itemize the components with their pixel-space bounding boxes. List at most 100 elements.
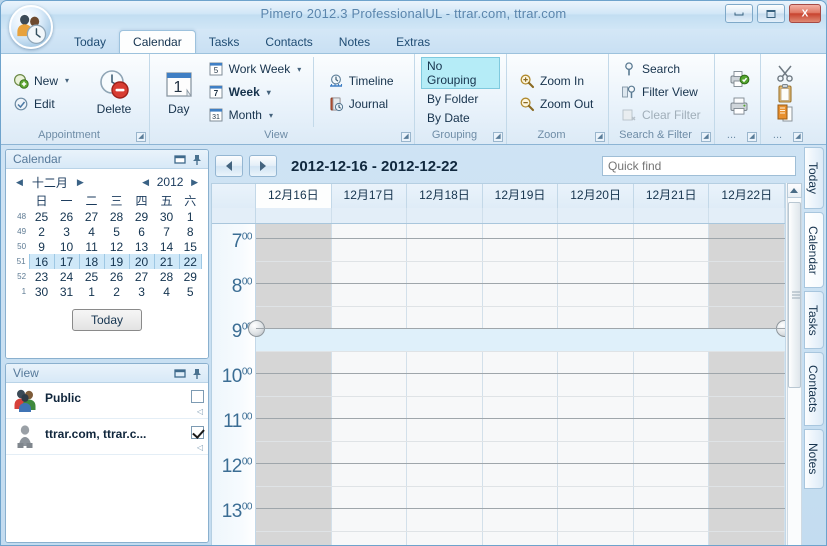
mini-calendar-day[interactable]: 4	[79, 224, 104, 239]
new-appointment-button[interactable]: New ▾	[7, 71, 85, 91]
side-tab-notes[interactable]: Notes	[804, 429, 824, 489]
day-column[interactable]	[633, 224, 710, 545]
mini-calendar-day[interactable]: 22	[178, 254, 203, 269]
list-item[interactable]: Public ◁	[6, 383, 208, 419]
mini-calendar-day[interactable]: 13	[129, 239, 154, 254]
mini-calendar-day[interactable]: 15	[179, 239, 201, 254]
day-header-cell[interactable]: 12月20日	[558, 184, 634, 208]
mini-calendar-day[interactable]: 1	[179, 209, 201, 224]
all-day-cell[interactable]	[332, 208, 408, 223]
scroll-up-button[interactable]	[786, 183, 802, 198]
next-month-icon[interactable]: ▶	[73, 177, 88, 188]
mini-calendar-day[interactable]: 9	[29, 239, 54, 254]
mini-calendar-day[interactable]: 2	[104, 284, 129, 299]
scrollbar-track[interactable]	[786, 198, 802, 545]
next-year-icon[interactable]: ▶	[187, 177, 202, 188]
tab-calendar[interactable]: Calendar	[119, 30, 196, 54]
mini-calendar-day[interactable]: 30	[29, 284, 54, 299]
search-button[interactable]: Search	[615, 59, 707, 79]
mini-calendar-day[interactable]: 25	[79, 269, 104, 284]
all-day-cell[interactable]	[634, 208, 710, 223]
minimize-button[interactable]	[725, 4, 753, 23]
mini-calendar-day[interactable]: 28	[104, 209, 129, 224]
mini-calendar-day[interactable]: 25	[29, 209, 54, 224]
chevron-down-icon[interactable]: ▾	[65, 76, 69, 85]
prev-month-icon[interactable]: ◀	[12, 177, 27, 188]
mini-calendar-day[interactable]: 6	[129, 224, 154, 239]
expand-arrow-icon[interactable]: ◁	[197, 443, 203, 452]
pin-icon[interactable]	[190, 153, 204, 166]
mini-calendar-day[interactable]: 23	[29, 269, 54, 284]
mini-calendar-day[interactable]: 24	[54, 269, 79, 284]
clipboard-dialog-launcher[interactable]: ◢	[793, 132, 803, 142]
view-dialog-launcher[interactable]: ◢	[401, 132, 411, 142]
nav-next-button[interactable]	[249, 155, 277, 177]
zoom-out-button[interactable]: Zoom Out	[513, 94, 599, 114]
tab-contacts[interactable]: Contacts	[252, 31, 325, 54]
all-day-cell[interactable]	[558, 208, 634, 223]
mini-calendar-day[interactable]: 17	[53, 254, 80, 269]
chevron-down-icon[interactable]: ▾	[269, 111, 273, 120]
expand-arrow-icon[interactable]: ◁	[197, 407, 203, 416]
list-item[interactable]: ttrar.com, ttrar.c... ◁	[6, 419, 208, 455]
zoom-dialog-launcher[interactable]: ◢	[595, 132, 605, 142]
print-preview-icon[interactable]	[728, 68, 750, 90]
print-dialog-launcher[interactable]: ◢	[747, 132, 757, 142]
mini-calendar-day[interactable]: 10	[54, 239, 79, 254]
mini-calendar-day[interactable]: 4	[154, 284, 179, 299]
close-button[interactable]: X	[789, 4, 821, 23]
day-column[interactable]	[709, 224, 785, 545]
folder-checkbox[interactable]	[191, 390, 204, 403]
day-column[interactable]	[256, 224, 332, 545]
all-day-cell[interactable]	[483, 208, 559, 223]
prev-year-icon[interactable]: ◀	[138, 177, 153, 188]
mini-calendar-day[interactable]: 30	[154, 209, 179, 224]
side-tab-contacts[interactable]: Contacts	[804, 352, 824, 426]
chevron-down-icon[interactable]: ▾	[267, 88, 271, 97]
mini-calendar-day[interactable]: 27	[129, 269, 154, 284]
day-column[interactable]	[407, 224, 483, 545]
day-header-cell[interactable]: 12月22日	[709, 184, 786, 208]
day-header-cell[interactable]: 12月17日	[331, 184, 408, 208]
all-day-row[interactable]	[212, 208, 786, 224]
mini-calendar-day[interactable]: 29	[179, 269, 201, 284]
mini-calendar-day[interactable]: 5	[179, 284, 201, 299]
day-header-cell[interactable]: 12月16日	[256, 184, 332, 208]
chevron-down-icon[interactable]: ▾	[297, 65, 301, 74]
scissors-cut-icon[interactable]	[774, 64, 796, 82]
quick-find-input[interactable]	[602, 156, 796, 176]
zoom-in-button[interactable]: Zoom In	[513, 71, 599, 91]
view-work-week-button[interactable]: 5 Work Week ▾	[202, 59, 313, 79]
day-header-cell[interactable]: 12月18日	[407, 184, 483, 208]
mini-calendar-day[interactable]: 2	[29, 224, 54, 239]
mini-calendar-day[interactable]: 8	[179, 224, 201, 239]
all-day-cell[interactable]	[709, 208, 786, 223]
mini-calendar-day[interactable]: 20	[128, 254, 155, 269]
mini-calendar-day[interactable]: 29	[129, 209, 154, 224]
side-tab-tasks[interactable]: Tasks	[804, 291, 824, 349]
scrollbar-thumb[interactable]	[787, 202, 801, 388]
selected-time-band[interactable]	[256, 328, 785, 351]
mini-calendar-day[interactable]: 27	[79, 209, 104, 224]
pin-icon[interactable]	[190, 367, 204, 380]
edit-appointment-button[interactable]: Edit	[7, 94, 85, 114]
tab-notes[interactable]: Notes	[326, 31, 383, 54]
copy-icon[interactable]	[774, 103, 796, 121]
all-day-cell[interactable]	[256, 208, 332, 223]
day-column[interactable]	[331, 224, 408, 545]
restore-icon[interactable]	[173, 367, 187, 380]
mini-calendar-day[interactable]: 1	[79, 284, 104, 299]
mini-calendar-day[interactable]: 7	[154, 224, 179, 239]
mini-calendar-day[interactable]: 16	[28, 254, 55, 269]
mini-calendar-day[interactable]: 31	[54, 284, 79, 299]
printer-icon[interactable]	[728, 95, 750, 117]
view-month-button[interactable]: 31 Month ▾	[202, 105, 313, 125]
day-header-cell[interactable]: 12月21日	[633, 184, 710, 208]
search-dialog-launcher[interactable]: ◢	[701, 132, 711, 142]
tab-today[interactable]: Today	[61, 31, 119, 54]
mini-calendar-day[interactable]: 28	[154, 269, 179, 284]
day-column[interactable]	[482, 224, 559, 545]
clear-filter-button[interactable]: Clear Filter	[615, 105, 707, 125]
side-tab-today[interactable]: Today	[804, 147, 824, 209]
nav-prev-button[interactable]	[215, 155, 243, 177]
